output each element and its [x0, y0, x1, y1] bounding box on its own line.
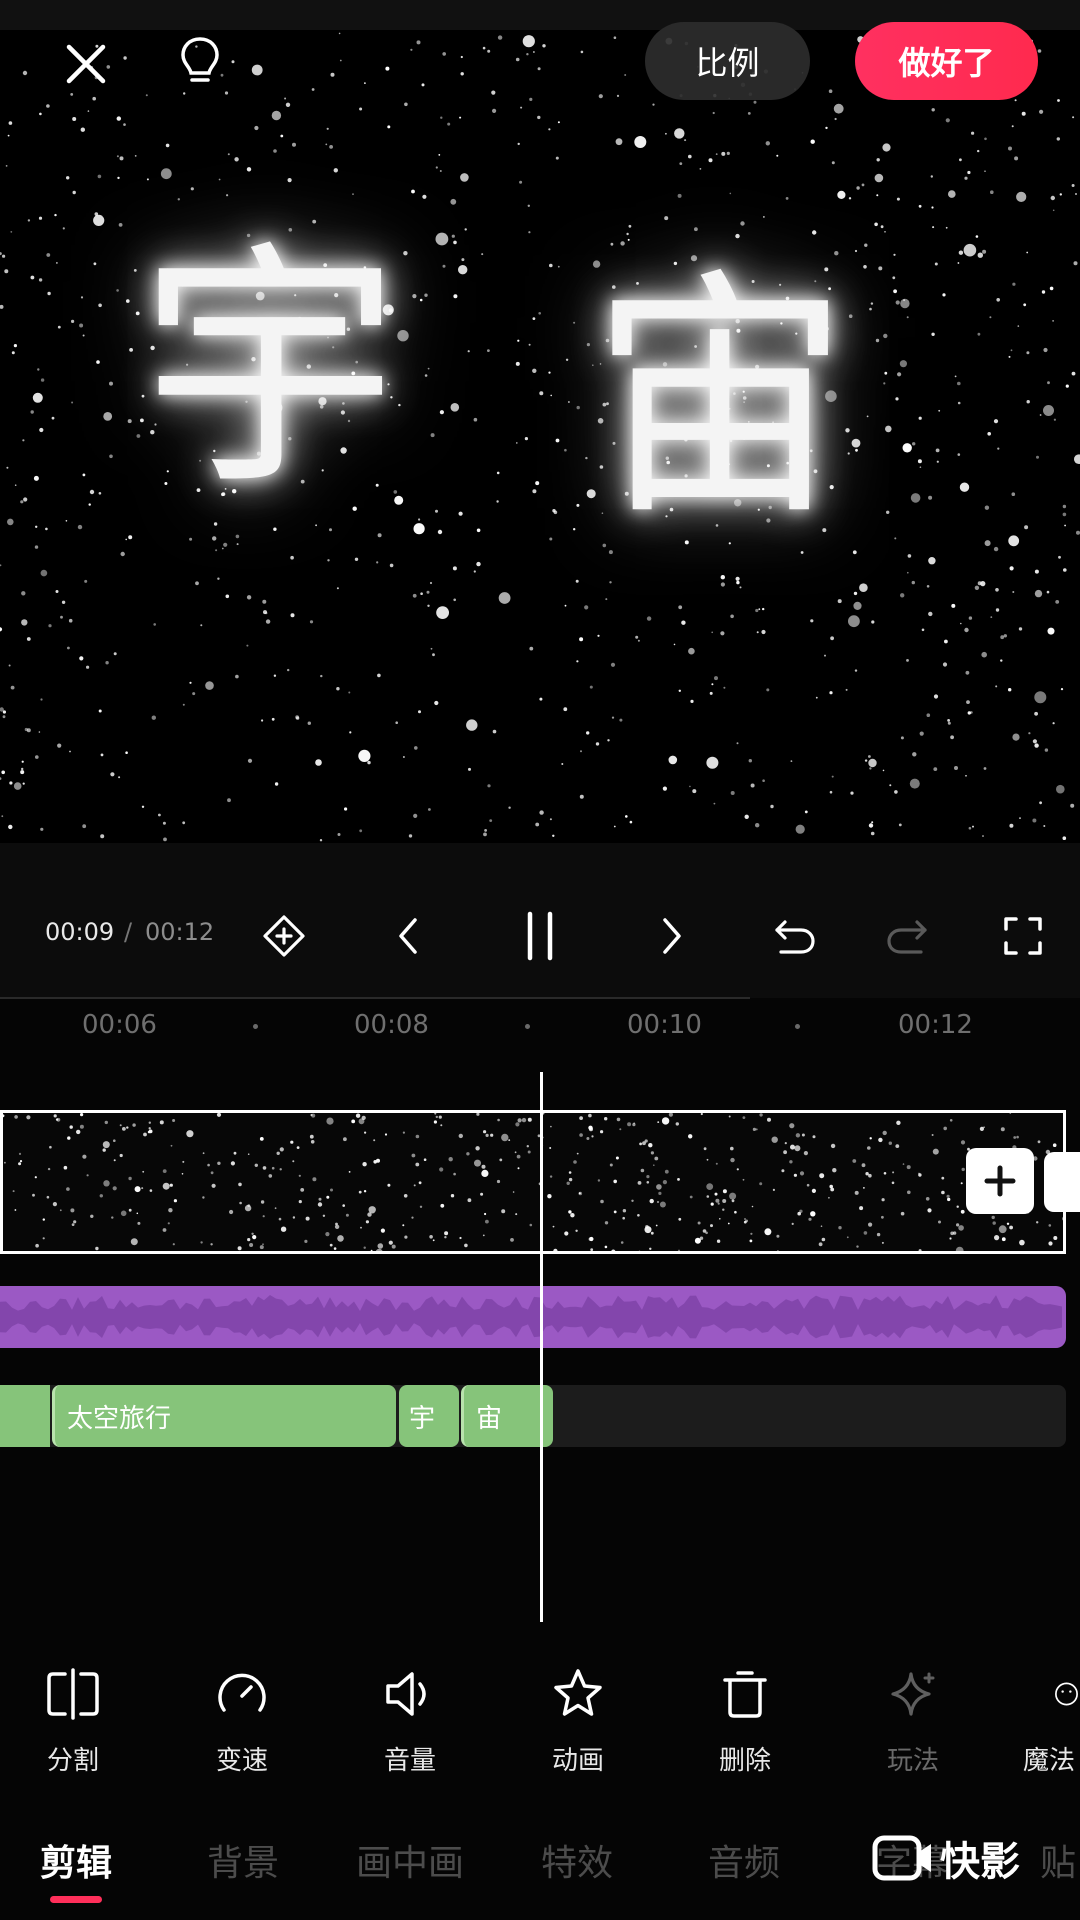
pause-button[interactable]	[512, 904, 568, 968]
hint-button[interactable]	[165, 28, 235, 98]
keyframe-icon	[263, 915, 305, 957]
tool-speed[interactable]: 变速	[172, 1660, 312, 1777]
ruler-dot	[253, 1024, 258, 1029]
tool-magic[interactable]: 魔法	[1003, 1660, 1080, 1777]
ratio-button[interactable]: 比例	[645, 22, 810, 100]
audio-track[interactable]	[0, 1286, 1066, 1348]
done-button[interactable]: 做好了	[855, 22, 1038, 100]
redo-button[interactable]	[878, 908, 938, 964]
fullscreen-button[interactable]	[995, 908, 1051, 964]
speed-icon	[218, 1673, 266, 1712]
tool-delete[interactable]: 删除	[675, 1660, 815, 1777]
tool-label: 分割	[46, 1746, 99, 1776]
tool-volume[interactable]: 音量	[340, 1660, 480, 1777]
video-clip-track[interactable]	[0, 1110, 1066, 1254]
tool-gameplay[interactable]: 玩法	[843, 1660, 983, 1777]
smile-icon	[1055, 1682, 1078, 1706]
watermark-text: 快影	[940, 1839, 1020, 1885]
next-frame-button[interactable]	[644, 908, 700, 964]
tab-audio[interactable]: 音频	[708, 1834, 780, 1886]
tab-sticker[interactable]: 贴	[1040, 1834, 1076, 1886]
tool-label: 魔法	[1023, 1746, 1076, 1776]
ruler-dot	[795, 1024, 800, 1029]
clip-handle-right[interactable]	[1044, 1152, 1080, 1212]
volume-icon	[386, 1672, 426, 1716]
tool-split[interactable]: 分割	[3, 1660, 143, 1777]
playhead[interactable]	[540, 1072, 543, 1622]
text-clip-label: 太空旅行	[67, 1403, 172, 1434]
text-clip-label: 宇	[409, 1403, 436, 1434]
close-icon	[66, 44, 106, 84]
time-separator: /	[124, 918, 133, 946]
kuaiying-watermark: 快影	[872, 1826, 1020, 1890]
redo-icon	[887, 920, 927, 954]
prev-frame-button[interactable]	[380, 908, 436, 964]
tool-label: 音量	[383, 1746, 436, 1776]
video-preview[interactable]: 宇 宙	[0, 0, 1080, 843]
next-icon	[663, 918, 681, 954]
split-icon	[47, 1668, 99, 1720]
audio-waveform	[0, 1295, 1062, 1339]
add-clip-button[interactable]	[966, 1148, 1034, 1214]
tab-background[interactable]: 背景	[207, 1834, 279, 1886]
tool-label: 动画	[551, 1746, 604, 1776]
keyframe-button[interactable]	[256, 908, 312, 964]
ruler-divider	[0, 997, 750, 999]
trash-icon	[723, 1671, 767, 1718]
prev-icon	[399, 918, 417, 954]
text-clip[interactable]	[0, 1385, 50, 1447]
ruler-tick: 00:10	[627, 1010, 702, 1040]
kuaiying-logo-icon	[872, 1835, 931, 1881]
sparkle-icon	[891, 1672, 935, 1716]
ruler-tick: 00:12	[898, 1010, 973, 1040]
ruler-tick: 00:06	[82, 1010, 157, 1040]
pause-icon	[527, 911, 553, 961]
tool-label: 删除	[718, 1746, 771, 1776]
preview-char-yu: 宇	[140, 219, 400, 521]
lightbulb-icon	[181, 37, 219, 82]
ruler-tick: 00:08	[354, 1010, 429, 1040]
preview-char-zhou: 宙	[590, 249, 850, 551]
undo-icon	[775, 920, 815, 954]
fullscreen-icon	[1004, 917, 1042, 955]
total-time: 00:12	[145, 918, 215, 946]
tool-animation[interactable]: 动画	[508, 1660, 648, 1777]
tab-effects[interactable]: 特效	[541, 1834, 613, 1886]
close-button[interactable]	[52, 30, 120, 98]
current-time: 00:09	[45, 918, 115, 946]
text-clip-label: 宙	[476, 1403, 503, 1434]
plus-icon	[984, 1165, 1016, 1197]
star-icon	[554, 1669, 602, 1716]
ruler-dot	[525, 1024, 530, 1029]
undo-button[interactable]	[764, 908, 824, 964]
tool-label: 玩法	[886, 1746, 939, 1776]
video-clip-thumbnail	[3, 1113, 1063, 1251]
text-clip[interactable]: 太空旅行	[52, 1385, 396, 1447]
tab-edit[interactable]: 剪辑	[40, 1834, 112, 1886]
tool-label: 变速	[215, 1746, 268, 1776]
active-tab-indicator	[50, 1896, 102, 1903]
text-clip[interactable]: 宇	[399, 1385, 459, 1447]
tab-pip[interactable]: 画中画	[356, 1834, 464, 1886]
